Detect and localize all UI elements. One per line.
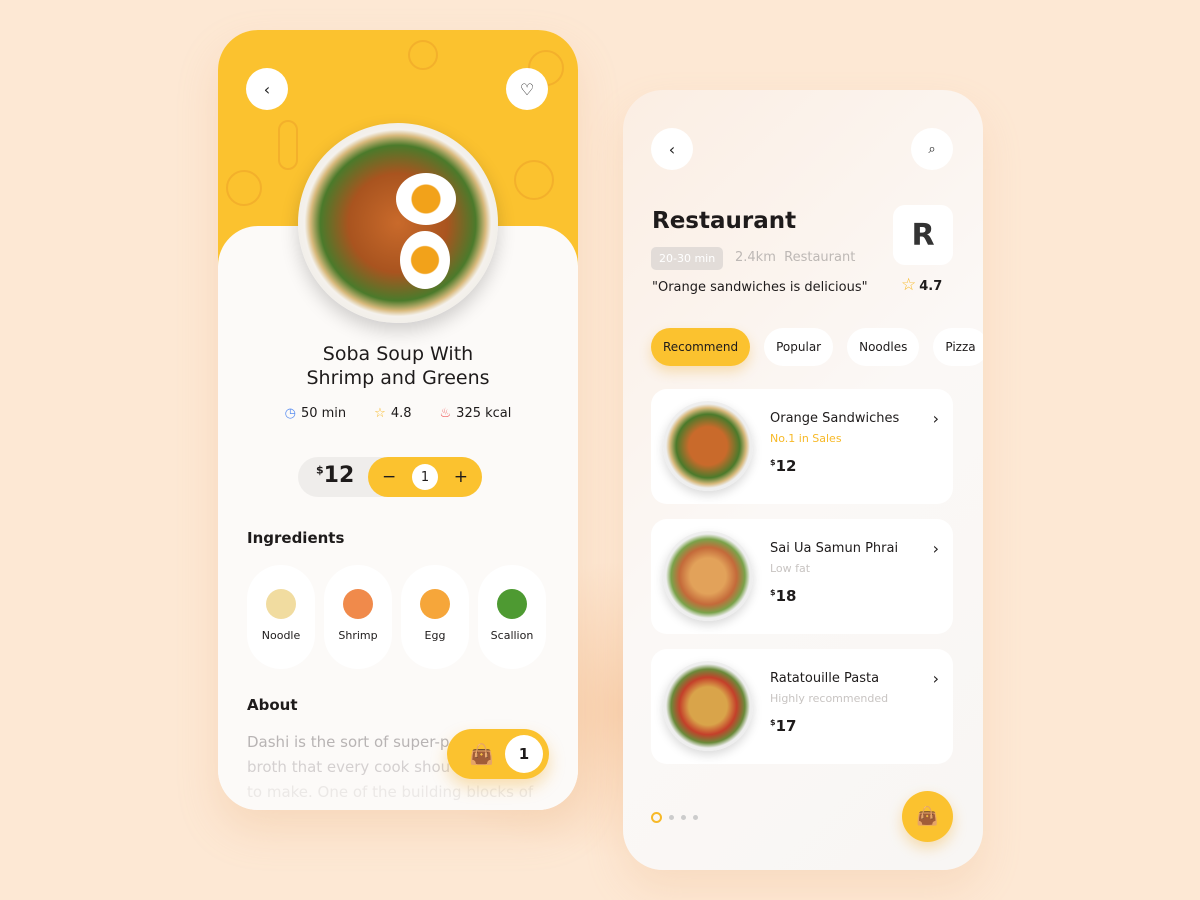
shopping-bag-icon: 👜 — [916, 806, 939, 827]
heart-icon: ♡ — [519, 79, 535, 99]
shopping-bag-icon: 👜 — [469, 742, 494, 766]
clock-icon: ◷ — [284, 406, 296, 421]
star-icon: ☆ — [901, 275, 917, 295]
restaurant-info: 2.4km Restaurant — [735, 250, 856, 265]
category-tabs: Recommend Popular Noodles Pizza — [651, 328, 983, 366]
item-subtitle: Highly recommended — [770, 692, 889, 705]
item-price: $17 — [770, 717, 797, 735]
ingredient-label: Scallion — [490, 629, 534, 642]
quantity-stepper: − 1 + — [368, 457, 482, 497]
ingredients-heading: Ingredients — [247, 529, 345, 547]
restaurant-quote: "Orange sandwiches is delicious" — [652, 280, 868, 295]
item-price: $18 — [770, 587, 797, 605]
item-subtitle: Low fat — [770, 562, 811, 575]
dish-image — [663, 531, 753, 621]
ingredient-image — [266, 589, 296, 619]
restaurant-screen: ‹ ⌕ Restaurant 20-30 min 2.4km Restauran… — [623, 90, 983, 870]
chevron-right-icon[interactable]: › — [933, 409, 939, 428]
ingredient-noodle[interactable]: Noodle — [247, 565, 315, 669]
restaurant-logo: R — [893, 205, 953, 265]
chevron-left-icon: ‹ — [263, 79, 271, 99]
chevron-left-icon: ‹ — [668, 139, 676, 159]
tab-pizza[interactable]: Pizza — [933, 328, 983, 366]
dish-image — [298, 123, 498, 323]
ingredient-shrimp[interactable]: Shrimp — [324, 565, 392, 669]
back-button[interactable]: ‹ — [651, 128, 693, 170]
search-icon: ⌕ — [928, 141, 936, 157]
quantity-value: 1 — [412, 464, 438, 490]
search-button[interactable]: ⌕ — [911, 128, 953, 170]
doodle-icon — [408, 40, 438, 70]
chevron-right-icon[interactable]: › — [933, 669, 939, 688]
chevron-right-icon[interactable]: › — [933, 539, 939, 558]
dish-detail-screen: ‹ ♡ Soba Soup With Shrimp and Greens ◷ 50 … — [218, 30, 578, 810]
dish-image — [663, 661, 753, 751]
doodle-icon — [226, 170, 262, 206]
ingredient-label: Egg — [424, 629, 446, 642]
item-subtitle: No.1 in Sales — [770, 432, 842, 445]
doodle-icon — [514, 160, 554, 200]
tab-noodles[interactable]: Noodles — [847, 328, 920, 366]
star-icon: ☆ — [374, 406, 386, 421]
dish-title: Soba Soup With Shrimp and Greens — [306, 343, 490, 389]
back-button[interactable]: ‹ — [246, 68, 288, 110]
tab-recommend[interactable]: Recommend — [651, 328, 751, 366]
ingredient-image — [497, 589, 527, 619]
restaurant-rating: ☆ 4.7 — [901, 275, 943, 295]
ingredient-image — [420, 589, 450, 619]
cart-button[interactable]: 👜 1 — [447, 729, 549, 779]
about-heading: About — [247, 696, 298, 714]
minus-button[interactable]: − — [382, 467, 396, 487]
cart-button[interactable]: 👜 — [902, 791, 953, 842]
ingredient-scallion[interactable]: Scallion — [478, 565, 546, 669]
tab-popular[interactable]: Popular — [764, 328, 834, 366]
restaurant-title: Restaurant — [652, 208, 797, 234]
menu-item-card[interactable]: Orange Sandwiches No.1 in Sales $12 › — [651, 389, 953, 504]
dish-image — [663, 401, 753, 491]
item-name: Ratatouille Pasta — [770, 671, 880, 686]
item-price: $12 — [770, 457, 797, 475]
price: $12 — [316, 463, 355, 488]
menu-item-card[interactable]: Ratatouille Pasta Highly recommended $17… — [651, 649, 953, 764]
item-name: Sai Ua Samun Phrai — [770, 541, 899, 556]
time-chip: 20-30 min — [651, 247, 724, 270]
price-bar: $12 − 1 + — [298, 457, 482, 497]
item-name: Orange Sandwiches — [770, 411, 900, 426]
ingredient-egg[interactable]: Egg — [401, 565, 469, 669]
menu-item-card[interactable]: Sai Ua Samun Phrai Low fat $18 › — [651, 519, 953, 634]
dish-meta: ◷ 50 min ☆ 4.8 ♨ 325 kcal — [284, 406, 512, 421]
plus-button[interactable]: + — [454, 467, 468, 487]
ingredient-label: Noodle — [261, 629, 301, 642]
page-indicator — [651, 812, 698, 823]
doodle-icon — [278, 120, 298, 170]
cart-count: 1 — [505, 735, 543, 773]
ingredient-label: Shrimp — [338, 629, 378, 642]
favorite-button[interactable]: ♡ — [506, 68, 548, 110]
flame-icon: ♨ — [439, 406, 452, 421]
ingredient-image — [343, 589, 373, 619]
